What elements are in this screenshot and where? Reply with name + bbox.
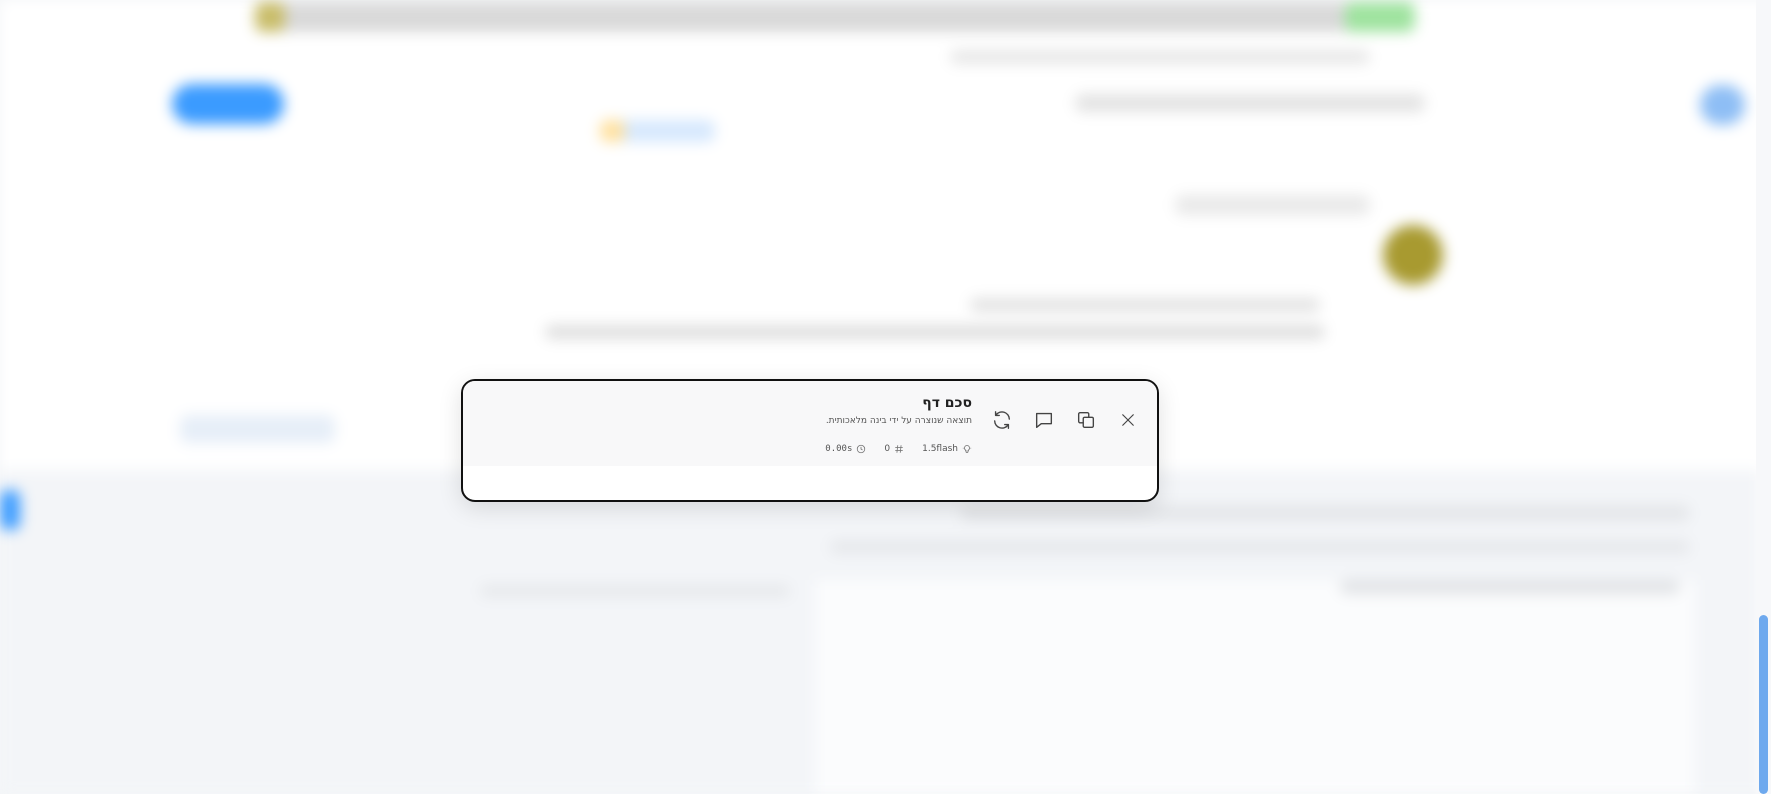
background-banner-badge-right xyxy=(1345,2,1415,32)
background-chip-icon xyxy=(600,120,625,142)
refresh-button[interactable] xyxy=(991,409,1013,431)
background-tab-row xyxy=(1075,94,1425,112)
background-row-line-1 xyxy=(960,505,1690,521)
background-banner-badge-left xyxy=(255,2,285,32)
model-value: 1.5flash xyxy=(922,444,958,454)
summary-panel: סכם דף תוצאה שנוצרה על ידי בינה מלאכותית… xyxy=(461,379,1159,502)
duration-stat: 0.00s xyxy=(825,444,866,454)
count-value: 0 xyxy=(884,444,891,454)
summary-panel-text: סכם דף תוצאה שנוצרה על ידי בינה מלאכותית… xyxy=(672,393,972,428)
background-row-line-3 xyxy=(1340,580,1680,594)
close-button[interactable] xyxy=(1117,409,1139,431)
background-side-button xyxy=(180,415,335,443)
clock-icon xyxy=(857,444,866,454)
summary-title: סכם דף xyxy=(922,395,972,411)
summary-stats: 0.00s 0 1.5flash xyxy=(825,444,972,454)
count-stat: 0 xyxy=(884,444,904,454)
background-avatar xyxy=(1383,225,1443,285)
bulb-icon xyxy=(962,445,972,453)
background-text-line-2 xyxy=(545,325,1325,339)
background-top-banner xyxy=(255,2,1355,32)
summary-panel-header: סכם דף תוצאה שנוצרה על ידי בינה מלאכותית… xyxy=(463,381,1157,466)
background-content-area xyxy=(815,580,1695,794)
refresh-icon xyxy=(993,411,1011,429)
model-stat: 1.5flash xyxy=(922,444,972,454)
background-left-chip xyxy=(0,490,20,530)
summary-panel-actions xyxy=(991,409,1139,431)
copy-icon xyxy=(1077,411,1095,429)
hash-icon xyxy=(895,445,903,453)
close-icon xyxy=(1122,414,1134,426)
copy-button[interactable] xyxy=(1075,409,1097,431)
screen: סכם דף תוצאה שנוצרה על ידי בינה מלאכותית… xyxy=(0,0,1771,794)
comment-button[interactable] xyxy=(1033,409,1055,431)
duration-value: 0.00s xyxy=(825,444,853,454)
background-text-line-1 xyxy=(970,298,1320,312)
background-right-button xyxy=(1700,85,1745,125)
background-row-line-2 xyxy=(830,540,1690,554)
vertical-scrollbar[interactable] xyxy=(1756,0,1771,794)
background-meta-row xyxy=(1175,195,1370,215)
scrollbar-thumb[interactable] xyxy=(1759,615,1768,794)
comment-icon xyxy=(1035,412,1053,429)
background-nav-row xyxy=(950,50,1370,64)
summary-subtitle: תוצאה שנוצרה על ידי בינה מלאכותית. xyxy=(825,416,972,426)
background-primary-button xyxy=(172,84,284,124)
background-row-line-4 xyxy=(480,585,790,597)
